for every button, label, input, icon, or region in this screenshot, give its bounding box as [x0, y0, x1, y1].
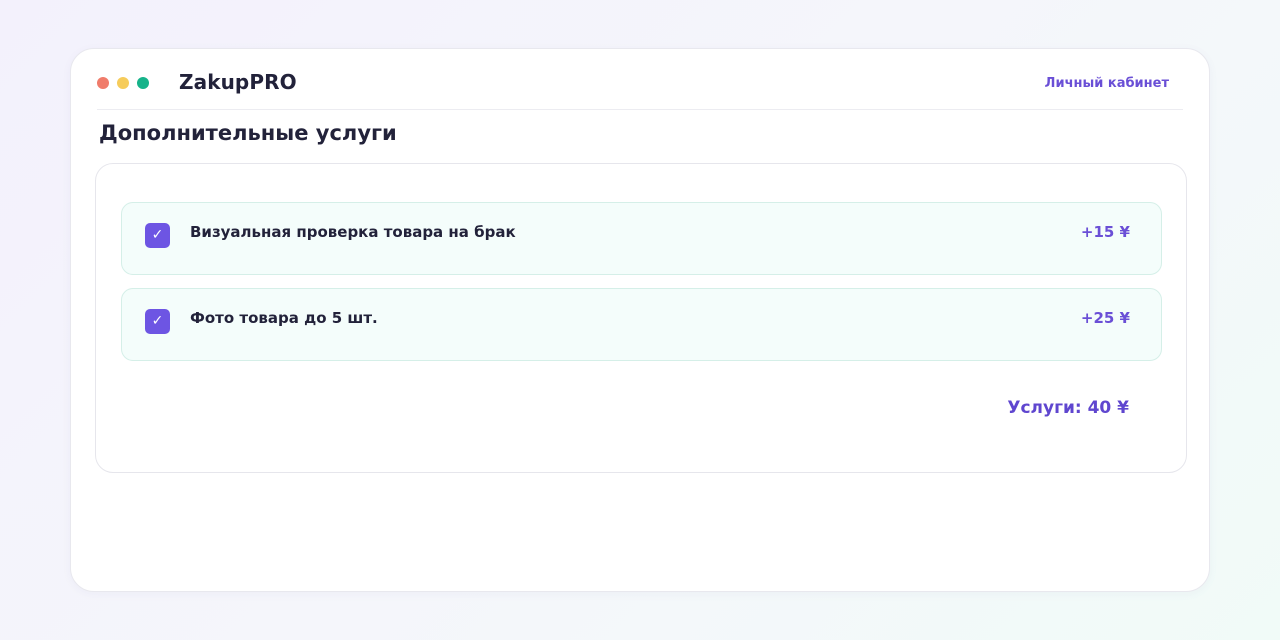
checkmark-icon: ✓: [151, 227, 164, 243]
service-price: +25 ¥: [1080, 309, 1130, 327]
minimize-dot-icon[interactable]: [117, 77, 129, 89]
services-total: Услуги: 40 ¥: [1007, 398, 1129, 418]
service-checkbox-inspection[interactable]: ✓: [145, 223, 170, 248]
service-label: Визуальная проверка товара на брак: [190, 223, 516, 241]
page-title: Дополнительные услуги: [99, 121, 397, 145]
checkmark-icon: ✓: [151, 313, 164, 329]
service-label: Фото товара до 5 шт.: [190, 309, 378, 327]
service-row-photo[interactable]: ✓ Фото товара до 5 шт. +25 ¥: [121, 288, 1162, 361]
brand-logo: ZakupPRO: [179, 70, 297, 94]
account-link[interactable]: Личный кабинет: [1045, 76, 1169, 91]
top-bar: ZakupPRO Личный кабинет: [97, 49, 1183, 110]
services-card: ✓ Визуальная проверка товара на брак +15…: [95, 163, 1187, 473]
service-price: +15 ¥: [1080, 223, 1130, 241]
maximize-dot-icon[interactable]: [137, 77, 149, 89]
app-window: ZakupPRO Личный кабинет Дополнительные у…: [70, 48, 1210, 592]
close-dot-icon[interactable]: [97, 77, 109, 89]
service-checkbox-photo[interactable]: ✓: [145, 309, 170, 334]
service-row-inspection[interactable]: ✓ Визуальная проверка товара на брак +15…: [121, 202, 1162, 275]
